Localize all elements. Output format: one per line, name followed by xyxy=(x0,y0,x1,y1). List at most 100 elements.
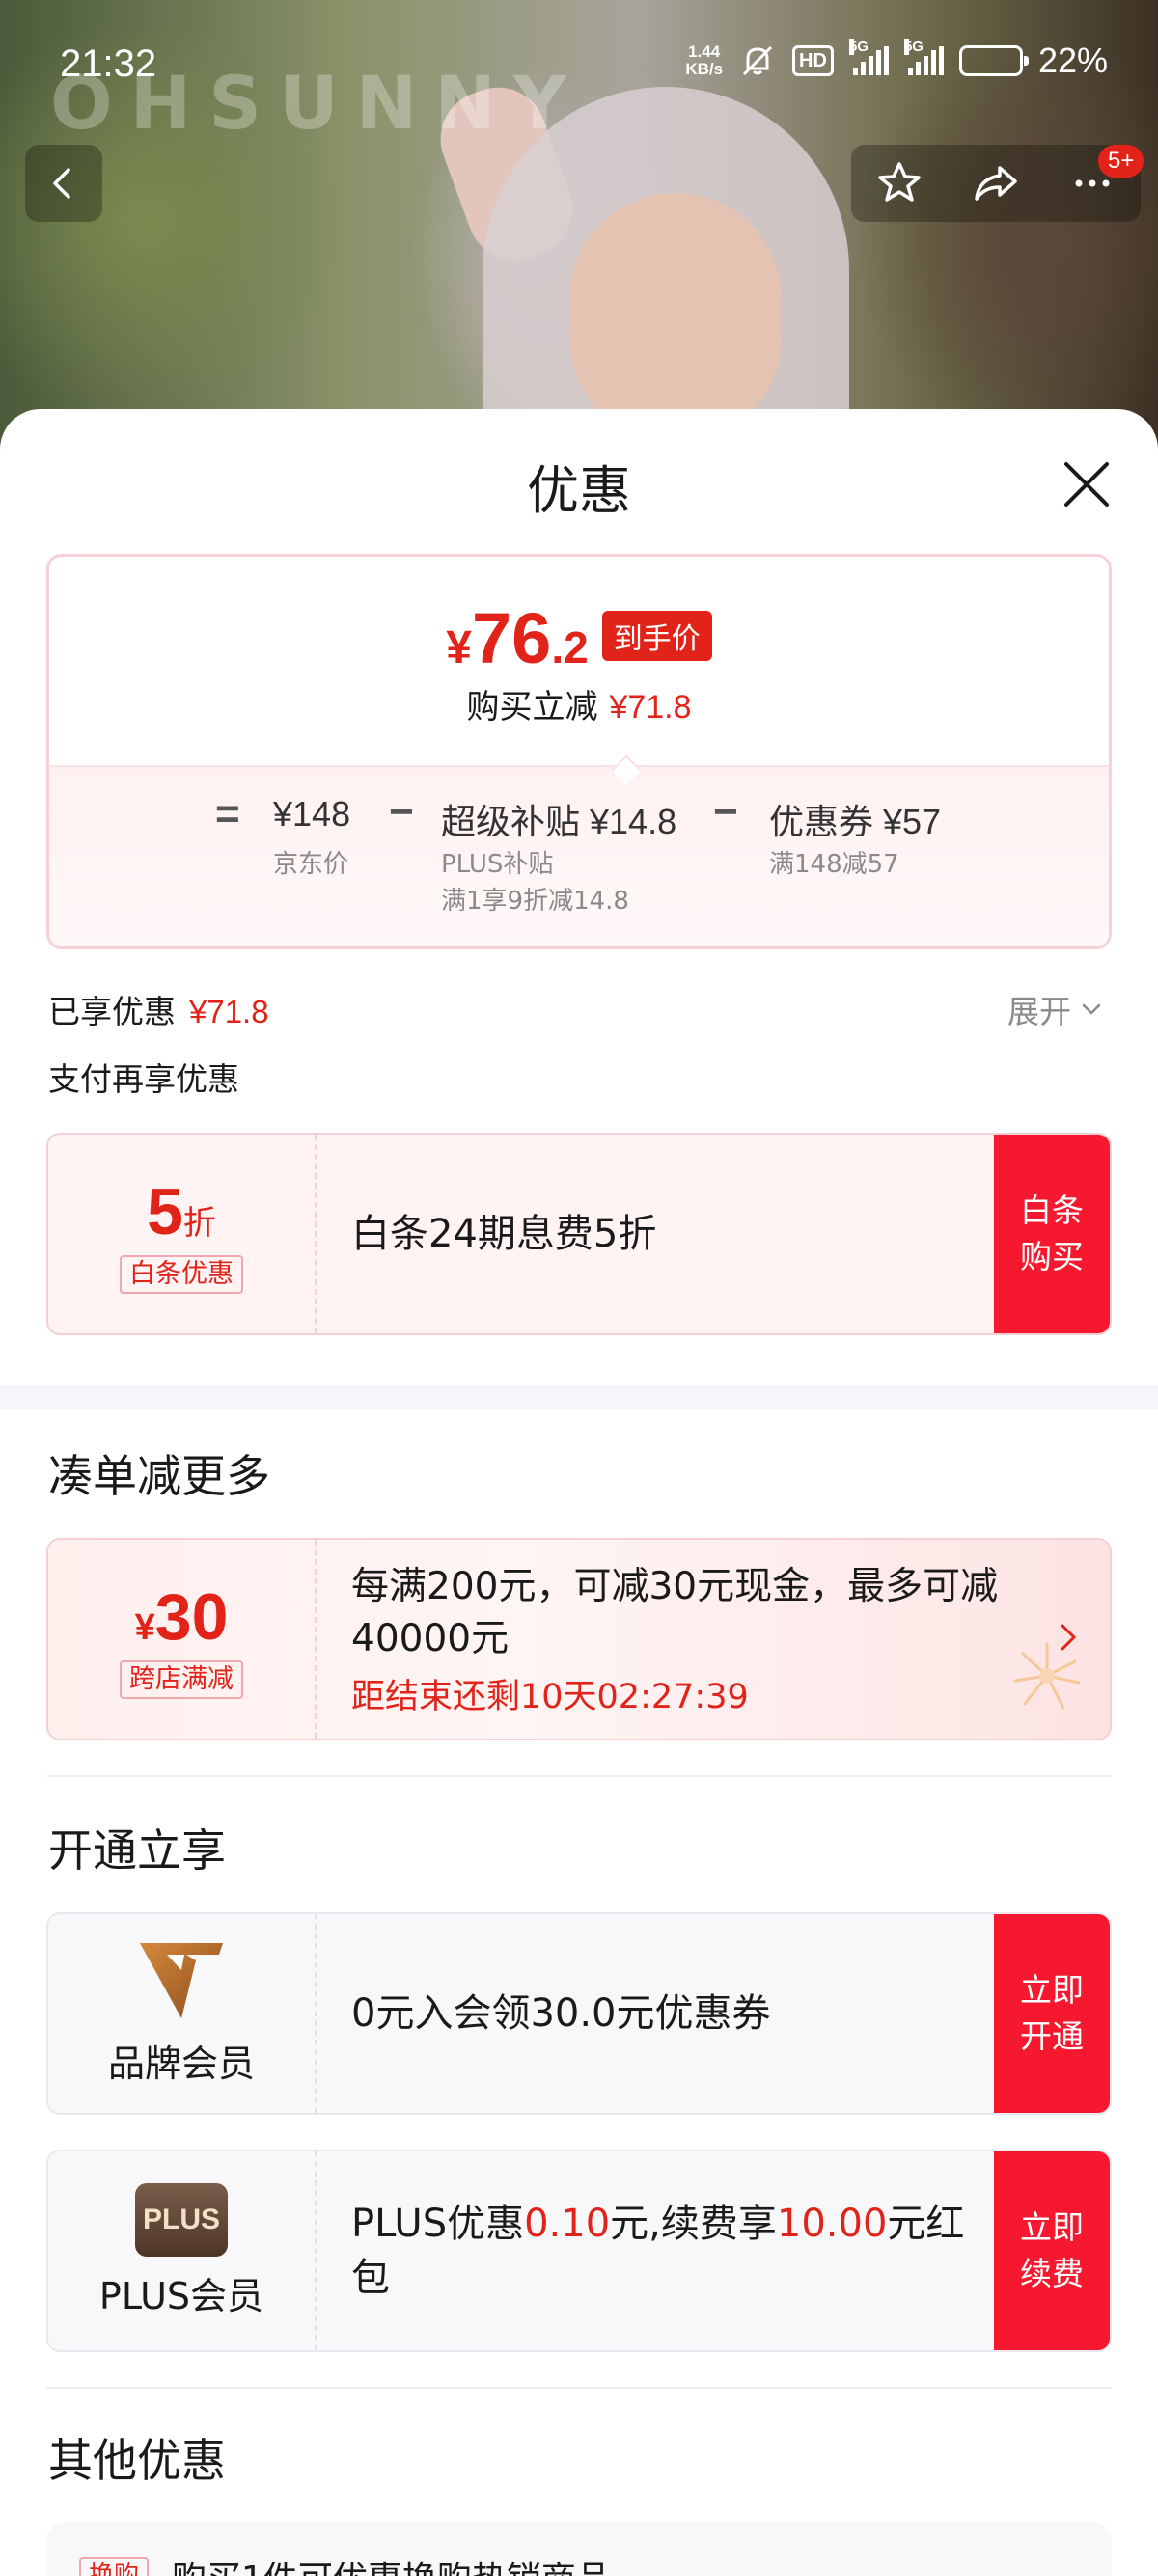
combine-section-title: 凑单减更多 xyxy=(48,1450,270,1502)
cross-store-tag: 跨店满减 xyxy=(120,1660,243,1699)
status-icons: 1.44 KB/s HD 5G 5G 22% xyxy=(685,39,1108,81)
divider-line xyxy=(46,2387,1112,2389)
brand-member-body: 0元入会领30.0元优惠券 xyxy=(317,1914,994,2113)
equals-sign: = xyxy=(215,790,240,837)
baitiao-value: 5 xyxy=(147,1175,183,1248)
expand-toggle[interactable]: 展开 xyxy=(1007,986,1104,1032)
discount-sheet: 优惠 ¥ 76 .2 到手价 购买立减 ¥71.8 = ¥148 京东价 − 超级… xyxy=(0,409,1158,2576)
battery-icon xyxy=(958,45,1029,76)
brand-member-name: 品牌会员 xyxy=(107,2042,255,2085)
price-formula: = ¥148 京东价 − 超级补贴 ¥14.8 PLUS补贴 满1享9折减14.… xyxy=(49,765,1109,946)
firework-decoration-icon xyxy=(1004,1632,1090,1723)
notification-badge: 5+ xyxy=(1098,145,1144,178)
back-button[interactable] xyxy=(25,145,102,222)
brand-v-logo-icon xyxy=(138,1941,225,2024)
plus-text-highlight1: 0.10 xyxy=(524,2202,611,2246)
final-price-decimal: .2 xyxy=(551,622,589,672)
open-section-title: 开通立享 xyxy=(48,1824,226,1877)
super-subsidy: 超级补贴 ¥14.8 xyxy=(441,802,677,841)
baitiao-text: 白条24期息费5折 xyxy=(351,1212,657,1256)
sim1-label: 5G xyxy=(848,39,868,55)
countdown-text: 距结束还剩10天02:27:39 xyxy=(351,1677,749,1716)
final-price-area: ¥ 76 .2 到手价 购买立减 ¥71.8 xyxy=(49,557,1109,765)
cross-store-value: ¥ 30 xyxy=(135,1579,229,1655)
pay-more-title: 支付再享优惠 xyxy=(48,1060,239,1098)
baitiao-unit: 折 xyxy=(182,1205,216,1242)
cross-store-currency: ¥ xyxy=(134,1607,155,1648)
plus-subsidy-rule: 满1享9折减14.8 xyxy=(441,887,629,916)
chevron-down-icon xyxy=(1082,1003,1101,1015)
plus-member-body: PLUS优惠0.10元,续费享10.00元红包 xyxy=(317,2151,994,2350)
hd-icon: HD xyxy=(792,45,834,76)
close-icon xyxy=(1064,462,1109,507)
final-price-integer: 76 xyxy=(472,598,552,678)
status-bar: 21:32 1.44 KB/s HD 5G 5G 22% xyxy=(0,0,1158,116)
battery-percent: 22% xyxy=(1037,41,1108,80)
trade-in-offer[interactable]: 换购 购买1件可优惠换购热销商品 xyxy=(46,2522,1112,2576)
sim2-label: 5G xyxy=(903,39,924,55)
share-button[interactable] xyxy=(957,145,1034,222)
signal-icon-sim2: 5G xyxy=(903,39,944,75)
baitiao-tag: 白条优惠 xyxy=(120,1255,243,1294)
close-button[interactable] xyxy=(1052,450,1121,519)
cross-store-amount: 30 xyxy=(154,1580,229,1654)
jd-price-label: 京东价 xyxy=(273,850,349,879)
baitiao-coupon-body: 白条24期息费5折 xyxy=(317,1135,994,1333)
plus-member-left: PLUS PLUS会员 xyxy=(48,2151,317,2350)
enjoyed-discount: 已享优惠 ¥71.8 xyxy=(48,986,269,1032)
other-section-title: 其他优惠 xyxy=(48,2434,226,2486)
renew-plus-line2: 续费 xyxy=(1020,2255,1084,2292)
baitiao-discount: 5 折 xyxy=(147,1174,216,1249)
net-speed: 1.44 KB/s xyxy=(685,43,723,78)
top-actions xyxy=(851,145,1141,222)
plus-text-part2: 元,续费享 xyxy=(610,2202,777,2246)
baitiao-buy-button[interactable]: 白条 购买 xyxy=(994,1135,1110,1333)
trade-in-tag: 换购 xyxy=(79,2557,150,2576)
plus-member-text: PLUS优惠0.10元,续费享10.00元红包 xyxy=(351,2197,965,2305)
coupon-amount: 优惠券 ¥57 xyxy=(769,802,942,841)
final-price-tag: 到手价 xyxy=(601,611,712,661)
cross-store-coupon-left: ¥ 30 跨店满减 xyxy=(48,1540,317,1739)
instant-saving-amount: ¥71.8 xyxy=(609,689,692,726)
renew-plus-button[interactable]: 立即 续费 xyxy=(994,2151,1110,2350)
sheet-title: 优惠 xyxy=(527,460,631,521)
plus-text-part1: PLUS优惠 xyxy=(351,2202,525,2246)
price-breakdown-card: ¥ 76 .2 到手价 购买立减 ¥71.8 = ¥148 京东价 − 超级补贴 … xyxy=(46,554,1112,949)
plus-logo-icon: PLUS xyxy=(135,2182,228,2257)
jd-price: ¥148 xyxy=(273,794,351,834)
trade-in-text: 购买1件可优惠换购热销商品 xyxy=(172,2551,611,2576)
enjoyed-label: 已享优惠 xyxy=(48,993,176,1030)
cross-store-coupon[interactable]: ¥ 30 跨店满减 每满200元，可减30元现金，最多可减40000元 距结束还… xyxy=(46,1538,1112,1740)
enjoyed-amount: ¥71.8 xyxy=(189,994,269,1029)
net-speed-value: 1.44 xyxy=(688,42,721,61)
plus-subsidy-label: PLUS补贴 xyxy=(441,850,554,879)
brand-member-left: 品牌会员 xyxy=(48,1914,317,2113)
baitiao-buy-line1: 白条 xyxy=(1020,1192,1084,1229)
cross-store-text: 每满200元，可减30元现金，最多可减40000元 xyxy=(351,1564,999,1660)
baitiao-buy-line2: 购买 xyxy=(1020,1238,1084,1275)
brand-member-text: 0元入会领30.0元优惠券 xyxy=(351,1991,771,2036)
coupon-rule: 满148减57 xyxy=(769,850,899,879)
baitiao-coupon: 5 折 白条优惠 白条24期息费5折 白条购买 xyxy=(46,1133,1112,1335)
hero-face-shape xyxy=(569,193,782,444)
brand-member-card: 品牌会员 0元入会领30.0元优惠券 立即 开通 xyxy=(46,1912,1112,2115)
cross-store-body: 每满200元，可减30元现金，最多可减40000元 距结束还剩10天02:27:… xyxy=(317,1540,1110,1739)
minus-sign-1: − xyxy=(389,788,414,836)
net-speed-unit: KB/s xyxy=(685,60,724,78)
favorite-button[interactable] xyxy=(861,145,938,222)
plus-member-name: PLUS会员 xyxy=(98,2274,264,2317)
signal-icon-sim1: 5G xyxy=(848,39,889,75)
chevron-left-icon xyxy=(53,168,70,199)
mute-bell-icon xyxy=(738,41,777,80)
final-price: ¥ 76 .2 xyxy=(446,598,589,678)
plus-member-card: PLUS PLUS会员 PLUS优惠0.10元,续费享10.00元红包 立即续费 xyxy=(46,2150,1112,2352)
open-membership-line1: 立即 xyxy=(1020,1971,1084,2009)
status-time: 21:32 xyxy=(60,42,157,85)
renew-plus-line1: 立即 xyxy=(1020,2208,1084,2246)
final-price-currency: ¥ xyxy=(446,622,472,673)
instant-saving: 购买立减 ¥71.8 xyxy=(49,680,1109,727)
open-membership-button[interactable]: 立即 开通 xyxy=(994,1914,1110,2113)
expand-label: 展开 xyxy=(1007,993,1071,1030)
share-icon xyxy=(975,166,1017,201)
star-icon xyxy=(878,162,921,202)
